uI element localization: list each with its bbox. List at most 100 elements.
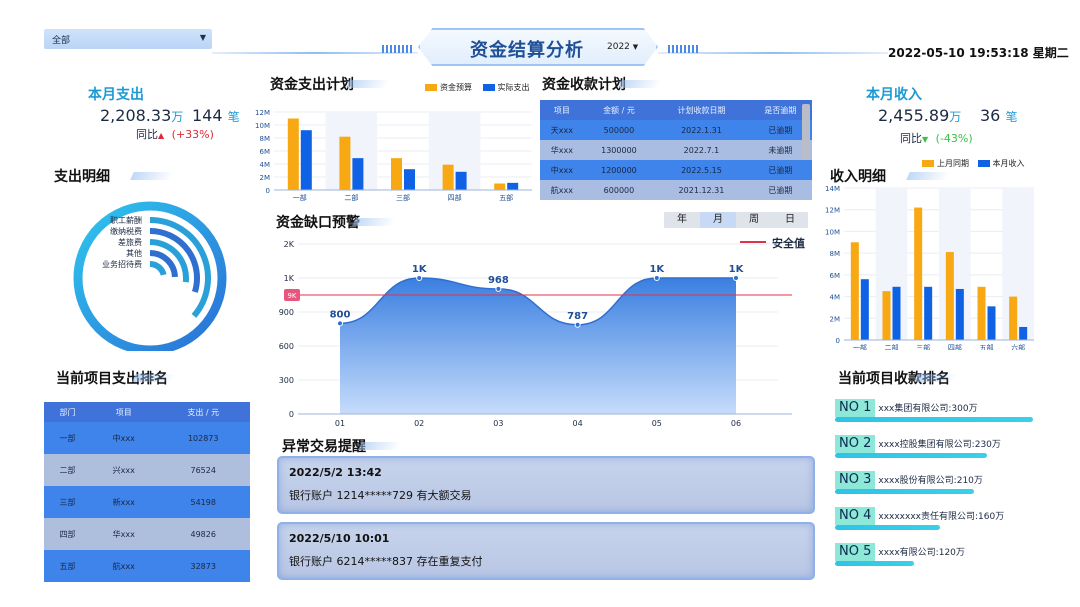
y-tick-label: 2M (260, 174, 271, 182)
segment-year[interactable]: 年 (664, 212, 700, 228)
gap-warning-chart: 0 300 600 900 1K 2K 800 01 1K 02 968 03 787 04 1K 05 1K 0… (279, 240, 792, 428)
table-row[interactable]: 中xxx 1200000 2022.5.15 已逾期 (540, 160, 812, 180)
category-band (1002, 188, 1034, 340)
x-tick-label: 五部 (980, 343, 994, 350)
anomaly-card-2[interactable]: 2022/5/10 10:01 银行账户 6214*****837 存在重复支付 (277, 522, 815, 580)
table-row[interactable]: 二部 兴xxx 76524 (44, 454, 250, 486)
segment-day[interactable]: 日 (772, 212, 808, 228)
gap-point[interactable] (337, 320, 343, 327)
rank-text: xxx集团有限公司:300万 (878, 404, 978, 414)
legend-swatch-budget (425, 84, 437, 91)
collection-table-scrollbar[interactable] (802, 104, 810, 160)
expense-compare: 同比▲ (+33%) (136, 126, 214, 142)
table-cell: 一部 (59, 433, 76, 443)
bar-actual[interactable] (892, 286, 901, 340)
table-cell: 2021.12.31 (678, 185, 725, 195)
bar-budget[interactable] (882, 291, 891, 340)
point-label: 1K (649, 264, 665, 275)
point-label: 800 (330, 309, 351, 320)
y-tick-label: 4M (830, 294, 841, 302)
x-tick-label: 三部 (396, 193, 410, 202)
anomaly-title: 异常交易提醒 (282, 436, 366, 456)
bar-actual[interactable] (404, 169, 415, 190)
bar-actual[interactable] (924, 286, 933, 340)
bar-actual[interactable] (987, 306, 996, 340)
gap-point[interactable] (495, 285, 502, 292)
department-filter-select[interactable]: 全部 ▼ (44, 29, 212, 49)
income-month-count: 36 笔 (980, 106, 1017, 125)
anomaly-card-1[interactable]: 2022/5/2 13:42 银行账户 1214*****729 有大额交易 (277, 456, 815, 514)
collection-rank-item[interactable]: NO 3 xxxx股份有限公司:210万 (835, 468, 983, 494)
point-label: 968 (488, 275, 509, 286)
y-tick-label: 0 (266, 187, 270, 195)
collection-rank-item[interactable]: NO 5 xxxx有限公司:120万 (835, 540, 965, 566)
year-select[interactable]: 2022 ▼ (607, 42, 638, 52)
table-row[interactable]: 天xxx 500000 2022.1.31 已逾期 (540, 120, 812, 140)
table-header-cell: 部门 (44, 402, 92, 422)
y-tick-label: 300 (279, 376, 294, 385)
table-row[interactable]: 华xxx 1300000 2022.7.1 未逾期 (540, 140, 812, 160)
collection-rank-item[interactable]: NO 2 xxxx控股集团有限公司:230万 (835, 432, 1001, 458)
rank-text: xxxx有限公司:120万 (878, 548, 965, 558)
bar-actual[interactable] (507, 182, 519, 190)
table-cell: 2022.5.15 (681, 165, 722, 175)
collection-rank-item[interactable]: NO 1 xxx集团有限公司:300万 (835, 396, 1033, 422)
gap-point[interactable] (574, 321, 581, 328)
table-cell: 已逾期 (768, 165, 793, 175)
table-cell: 三部 (59, 497, 76, 507)
table-cell: 1300000 (601, 145, 637, 155)
bar-budget[interactable] (391, 158, 402, 190)
gap-point[interactable] (733, 275, 739, 281)
gap-point[interactable] (653, 275, 660, 281)
current-datetime: 2022-05-10 19:53:18 星期二 (888, 46, 1069, 60)
rank-text: xxxx控股集团有限公司:230万 (878, 440, 1001, 450)
bar-actual[interactable] (300, 130, 312, 190)
bar-actual[interactable] (455, 171, 467, 190)
bar-budget[interactable] (287, 118, 299, 191)
x-tick-label: 二部 (344, 193, 358, 202)
income-amount-value: 2,455.89 (878, 106, 950, 125)
y-tick-label: 600 (279, 342, 294, 351)
segment-week[interactable]: 周 (736, 212, 772, 228)
table-row[interactable]: 三部 新xxx 54198 (44, 486, 250, 518)
anomaly-desc: 银行账户 1214*****729 有大额交易 (289, 489, 472, 502)
bar-actual[interactable] (1019, 326, 1028, 340)
table-row[interactable]: 航xxx 600000 2021.12.31 已逾期 (540, 180, 812, 200)
safe-tag: 9K (287, 292, 296, 300)
bar-budget[interactable] (945, 252, 954, 340)
y-tick-label: 4M (260, 161, 271, 169)
x-tick-label: 五部 (499, 193, 513, 202)
gap-warning-title: 资金缺口预警 (276, 212, 360, 232)
bar-budget[interactable] (442, 164, 454, 190)
y-tick-label: 8M (830, 250, 841, 258)
bar-budget[interactable] (914, 207, 923, 340)
collection-rank-item[interactable]: NO 4 xxxxxxxx责任有限公司:160万 (835, 504, 1004, 530)
point-label: 1K (412, 264, 428, 275)
project-expense-rank-table: 部门 项目 支出 / 元 一部 中xxx 102873 二部 兴xxx 76524 三部 新xxx… (44, 402, 250, 582)
table-cell: 102873 (187, 433, 219, 443)
bar-budget[interactable] (1009, 296, 1018, 340)
legend-budget: 资金预算 (440, 83, 472, 92)
rank-progress-bar (835, 453, 987, 458)
expense-detail-title: 支出明细 (54, 166, 110, 186)
y-tick-label: 6M (830, 272, 841, 280)
caret-down-icon: ▼ (922, 135, 929, 144)
bar-actual[interactable] (860, 279, 869, 340)
segment-month[interactable]: 月 (700, 212, 736, 228)
detail-label: 缴纳税费 (110, 226, 142, 236)
rank-number: NO 3 (835, 471, 876, 489)
bar-actual[interactable] (955, 288, 964, 340)
income-count-value: 36 (980, 106, 1001, 125)
table-row[interactable]: 一部 中xxx 102873 (44, 422, 250, 454)
table-cell: 天xxx (550, 125, 573, 135)
table-row[interactable]: 五部 航xxx 32873 (44, 550, 250, 582)
bar-budget[interactable] (494, 183, 506, 191)
table-row[interactable]: 四部 华xxx 49826 (44, 518, 250, 550)
bar-budget[interactable] (977, 286, 986, 340)
category-band (428, 112, 481, 190)
bar-actual[interactable] (352, 158, 364, 190)
bar-budget[interactable] (850, 242, 859, 340)
table-cell: 76524 (190, 465, 216, 475)
gap-point[interactable] (416, 275, 423, 281)
bar-budget[interactable] (339, 136, 351, 190)
